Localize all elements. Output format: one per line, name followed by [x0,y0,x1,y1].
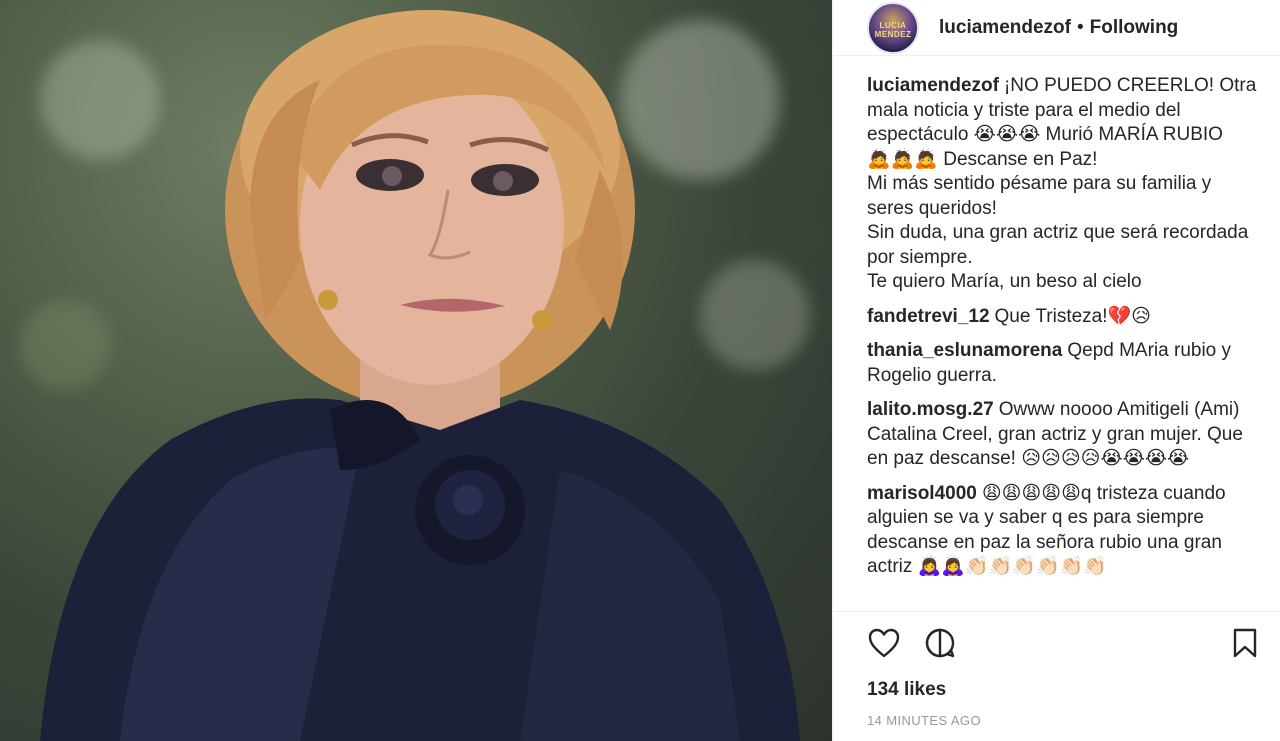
caption-line: Sin duda, una gran actriz que será recor… [867,222,1249,243]
post-photo[interactable] [0,0,832,741]
action-bar [833,611,1280,673]
comment-username-link[interactable]: marisol4000 [867,483,977,504]
caption-line: Mi más sentido pésame para su familia y [867,173,1212,194]
comment-username-link[interactable]: lalito.mosg.27 [867,399,994,420]
caption-line: por siempre. [867,246,973,268]
comment-username-link[interactable]: thania_eslunamorena [867,340,1062,361]
caption-line: espectáculo 😭😭😭 Murió MARÍA RUBIO [867,124,1223,145]
caption-username-link[interactable]: luciamendezof [867,75,999,96]
comment-item: lalito.mosg.27 Owww noooo Amitigeli (Ami)… [867,398,1264,472]
caption-line: mala noticia y triste para el medio del [867,99,1181,121]
caption-line: ¡NO PUEDO CREERLO! Otra [1003,75,1257,96]
heart-icon[interactable] [867,626,901,660]
header-username-link[interactable]: luciamendezof [939,17,1071,39]
avatar[interactable]: LUCIA MENDEZ [867,1,919,54]
avatar-logo-text: LUCIA MENDEZ [874,20,912,39]
instagram-post: LUCIA MENDEZ luciamendezof • Following l… [0,0,1280,741]
header-separator: • [1076,16,1084,38]
post-header: LUCIA MENDEZ luciamendezof • Following [833,0,1280,56]
likes-count[interactable]: 134 likes [833,673,1280,707]
comments-list: luciamendezof ¡NO PUEDO CREERLO! Otra mal… [833,56,1280,611]
comment-item: thania_eslunamorena Qepd MAria rubio y Ro… [867,339,1264,388]
comment-text: Que Tristeza!💔😥 [994,305,1151,327]
caption: luciamendezof ¡NO PUEDO CREERLO! Otra mal… [867,74,1264,295]
caption-line: seres queridos! [867,197,997,219]
post-timestamp: 14 MINUTES AGO [867,713,981,728]
bookmark-icon[interactable] [1228,626,1262,660]
following-button[interactable]: Following [1090,17,1179,39]
caption-line: Te quiero María, un beso al cielo [867,271,1142,292]
portrait-illustration [40,10,800,741]
post-side-panel: LUCIA MENDEZ luciamendezof • Following l… [832,0,1280,741]
comment-username-link[interactable]: fandetrevi_12 [867,306,990,327]
comment-item: marisol4000 😩😩😩😩😩q tristeza cuando alguie… [867,482,1264,580]
caption-line: 🙇🙇🙇 Descanse en Paz! [867,148,1098,170]
comment-icon[interactable] [923,626,957,660]
comment-item: fandetrevi_12 Que Tristeza!💔😥 [867,305,1264,330]
